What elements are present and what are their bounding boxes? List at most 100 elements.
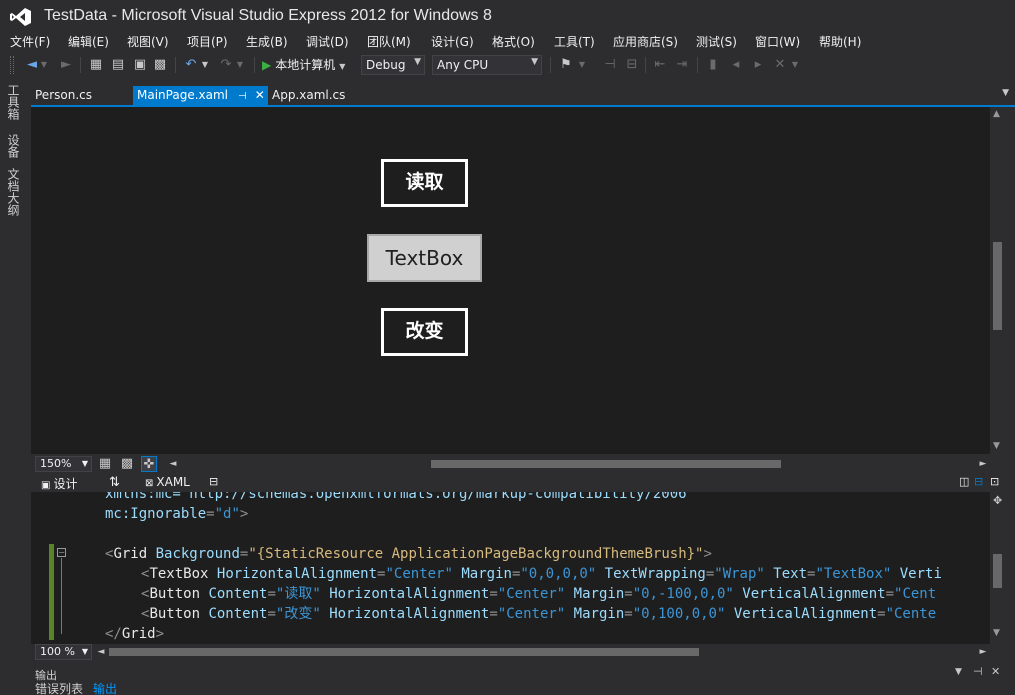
menu-project[interactable]: 项目(P) — [187, 33, 228, 50]
scroll-up-icon[interactable]: ▲ — [993, 109, 1000, 119]
chevron-down-icon: ▼ — [414, 57, 421, 67]
scroll-right-icon[interactable]: ► — [975, 456, 991, 472]
tab-person-cs[interactable]: Person.cs — [31, 86, 96, 105]
menu-tools[interactable]: 工具(T) — [554, 33, 595, 50]
chevron-down-icon[interactable]: ▼ — [1002, 88, 1009, 98]
scroll-down-icon[interactable]: ▼ — [993, 441, 1000, 451]
button-change-content-value: "改变" — [275, 606, 321, 622]
platform-select[interactable]: Any CPU ▼ — [432, 55, 542, 75]
snap-grid-icon[interactable]: ▩ — [119, 456, 135, 472]
swap-panes-icon[interactable]: ⇅ — [109, 475, 120, 491]
button-read-valign-attr: VerticalAlignment — [742, 586, 886, 602]
side-tab-device[interactable]: 设备 — [6, 134, 22, 158]
save-icon[interactable]: ▣ — [132, 57, 148, 73]
xaml-designer-surface[interactable]: 读取 TextBox 改变 — [31, 107, 990, 454]
chevron-down-icon[interactable]: ▼ — [791, 57, 799, 73]
snap-lines-icon[interactable]: ✜ — [141, 456, 157, 472]
designer-hscroll-thumb[interactable] — [431, 460, 781, 468]
chevron-down-icon[interactable]: ▼ — [955, 667, 962, 677]
preview-textbox[interactable]: TextBox — [367, 234, 482, 282]
scroll-left-icon[interactable]: ◄ — [93, 644, 109, 660]
previous-bookmark-icon[interactable]: ◂ — [728, 57, 744, 73]
scroll-right-icon[interactable]: ► — [975, 644, 991, 660]
menu-test[interactable]: 测试(S) — [696, 33, 737, 50]
chevron-down-icon[interactable]: ▼ — [40, 57, 48, 73]
clear-bookmarks-icon[interactable]: ✕ — [772, 57, 788, 73]
chevron-down-icon[interactable]: ▼ — [578, 57, 586, 73]
tab-output[interactable]: 输出 — [93, 680, 117, 695]
undo-icon[interactable]: ↶ — [183, 57, 199, 73]
indent-icon[interactable]: ⇤ — [652, 57, 668, 73]
tab-mainpage-xaml[interactable]: MainPage.xaml ⊣ ✕ — [133, 86, 268, 105]
navigate-forward-icon[interactable]: ► — [58, 57, 74, 73]
close-icon[interactable]: ✕ — [255, 88, 265, 102]
new-project-icon[interactable]: ▦ — [88, 57, 104, 73]
attach-process-icon[interactable]: ⚑ — [558, 57, 574, 73]
toolbar-separator — [80, 57, 81, 73]
menu-design[interactable]: 设计(G) — [431, 33, 474, 50]
pin-icon[interactable]: ⊣ — [973, 665, 983, 678]
start-debugging-button[interactable]: ▶ 本地计算机 ▼ — [262, 56, 345, 74]
button-change-halign-value: "Center" — [497, 606, 566, 622]
chevron-down-icon[interactable]: ▼ — [201, 57, 209, 73]
editor-zoom-select[interactable]: 100 % ▼ — [35, 644, 92, 660]
open-file-icon[interactable]: ▤ — [110, 57, 126, 73]
menu-debug[interactable]: 调试(D) — [306, 33, 349, 50]
designer-zoom-select[interactable]: 150% ▼ — [35, 456, 92, 472]
configuration-select[interactable]: Debug ▼ — [361, 55, 425, 75]
document-tab-strip: Person.cs MainPage.xaml ⊣ ✕ App.xaml.cs ▼ — [31, 85, 1015, 105]
xaml-view-tab[interactable]: ⊠ XAML — [145, 475, 190, 491]
designer-vertical-scrollbar[interactable]: ▲ ▼ — [990, 107, 1006, 454]
editor-hscroll-thumb[interactable] — [109, 648, 699, 656]
save-all-icon[interactable]: ▩ — [152, 57, 168, 73]
menu-file[interactable]: 文件(F) — [10, 33, 50, 50]
navigate-back-icon[interactable]: ◄ — [24, 57, 40, 73]
next-bookmark-icon[interactable]: ▸ — [750, 57, 766, 73]
close-icon[interactable]: ✕ — [991, 665, 1000, 678]
design-view-tab[interactable]: ▣ 设计 — [41, 475, 77, 491]
scroll-left-icon[interactable]: ◄ — [165, 456, 181, 472]
split-editor-icon[interactable]: ✥ — [993, 494, 1002, 507]
bookmark-icon[interactable]: ▮ — [705, 57, 721, 73]
align-left-icon[interactable]: ⊣ — [602, 57, 618, 73]
preview-read-button[interactable]: 读取 — [381, 159, 468, 207]
button-change-valign-value: "Cente — [885, 606, 937, 622]
vertical-split-icon[interactable]: ◫ — [959, 475, 969, 491]
redo-icon[interactable]: ↷ — [218, 57, 234, 73]
collapse-pane-icon[interactable]: ⊟ — [209, 475, 218, 491]
preview-change-button[interactable]: 改变 — [381, 308, 468, 356]
textbox-tag: TextBox — [149, 566, 209, 582]
menu-store[interactable]: 应用商店(S) — [613, 33, 678, 50]
chevron-down-icon: ▼ — [339, 62, 346, 71]
tab-app-xaml-cs[interactable]: App.xaml.cs — [268, 86, 349, 105]
side-tab-document-outline[interactable]: 文档大纲 — [6, 168, 22, 216]
scroll-down-icon[interactable]: ▼ — [993, 628, 1000, 638]
editor-scrollbar-thumb[interactable] — [993, 554, 1002, 588]
chevron-down-icon[interactable]: ▼ — [236, 57, 244, 73]
menu-format[interactable]: 格式(O) — [492, 33, 535, 50]
collapse-icon[interactable]: − — [57, 548, 66, 557]
menu-bar: 文件(F) 编辑(E) 视图(V) 项目(P) 生成(B) 调试(D) 团队(M… — [0, 31, 1015, 51]
align-center-icon[interactable]: ⊟ — [624, 57, 640, 73]
expand-pane-icon[interactable]: ⊡ — [990, 475, 999, 491]
menu-team[interactable]: 团队(M) — [367, 33, 411, 50]
menu-window[interactable]: 窗口(W) — [755, 33, 800, 50]
outline-line — [61, 558, 62, 634]
pin-icon[interactable]: ⊣ — [238, 91, 247, 102]
menu-help[interactable]: 帮助(H) — [819, 33, 861, 50]
menu-view[interactable]: 视图(V) — [127, 33, 169, 50]
outdent-icon[interactable]: ⇥ — [674, 57, 690, 73]
horizontal-split-icon[interactable]: ⊟ — [974, 475, 983, 491]
textbox-margin-value: "0,0,0,0" — [520, 566, 597, 582]
scrollbar-thumb[interactable] — [993, 242, 1002, 330]
xaml-code-editor[interactable]: − xmlns:mc="http://schemas.openxmlformat… — [31, 492, 990, 644]
editor-vertical-scrollbar[interactable]: ✥ ▼ — [990, 492, 1006, 644]
side-tab-toolbox[interactable]: 工具箱 — [6, 84, 22, 120]
design-xaml-split-bar: ▣ 设计 ⇅ ⊠ XAML ⊟ ◫ ⊟ ⊡ — [31, 474, 1015, 492]
xaml-view-icon: ⊠ — [145, 478, 154, 489]
menu-build[interactable]: 生成(B) — [246, 33, 288, 50]
toolbar-grip[interactable] — [10, 56, 14, 74]
tab-error-list[interactable]: 错误列表 — [35, 680, 83, 695]
menu-edit[interactable]: 编辑(E) — [68, 33, 109, 50]
grid-icon[interactable]: ▦ — [97, 456, 113, 472]
